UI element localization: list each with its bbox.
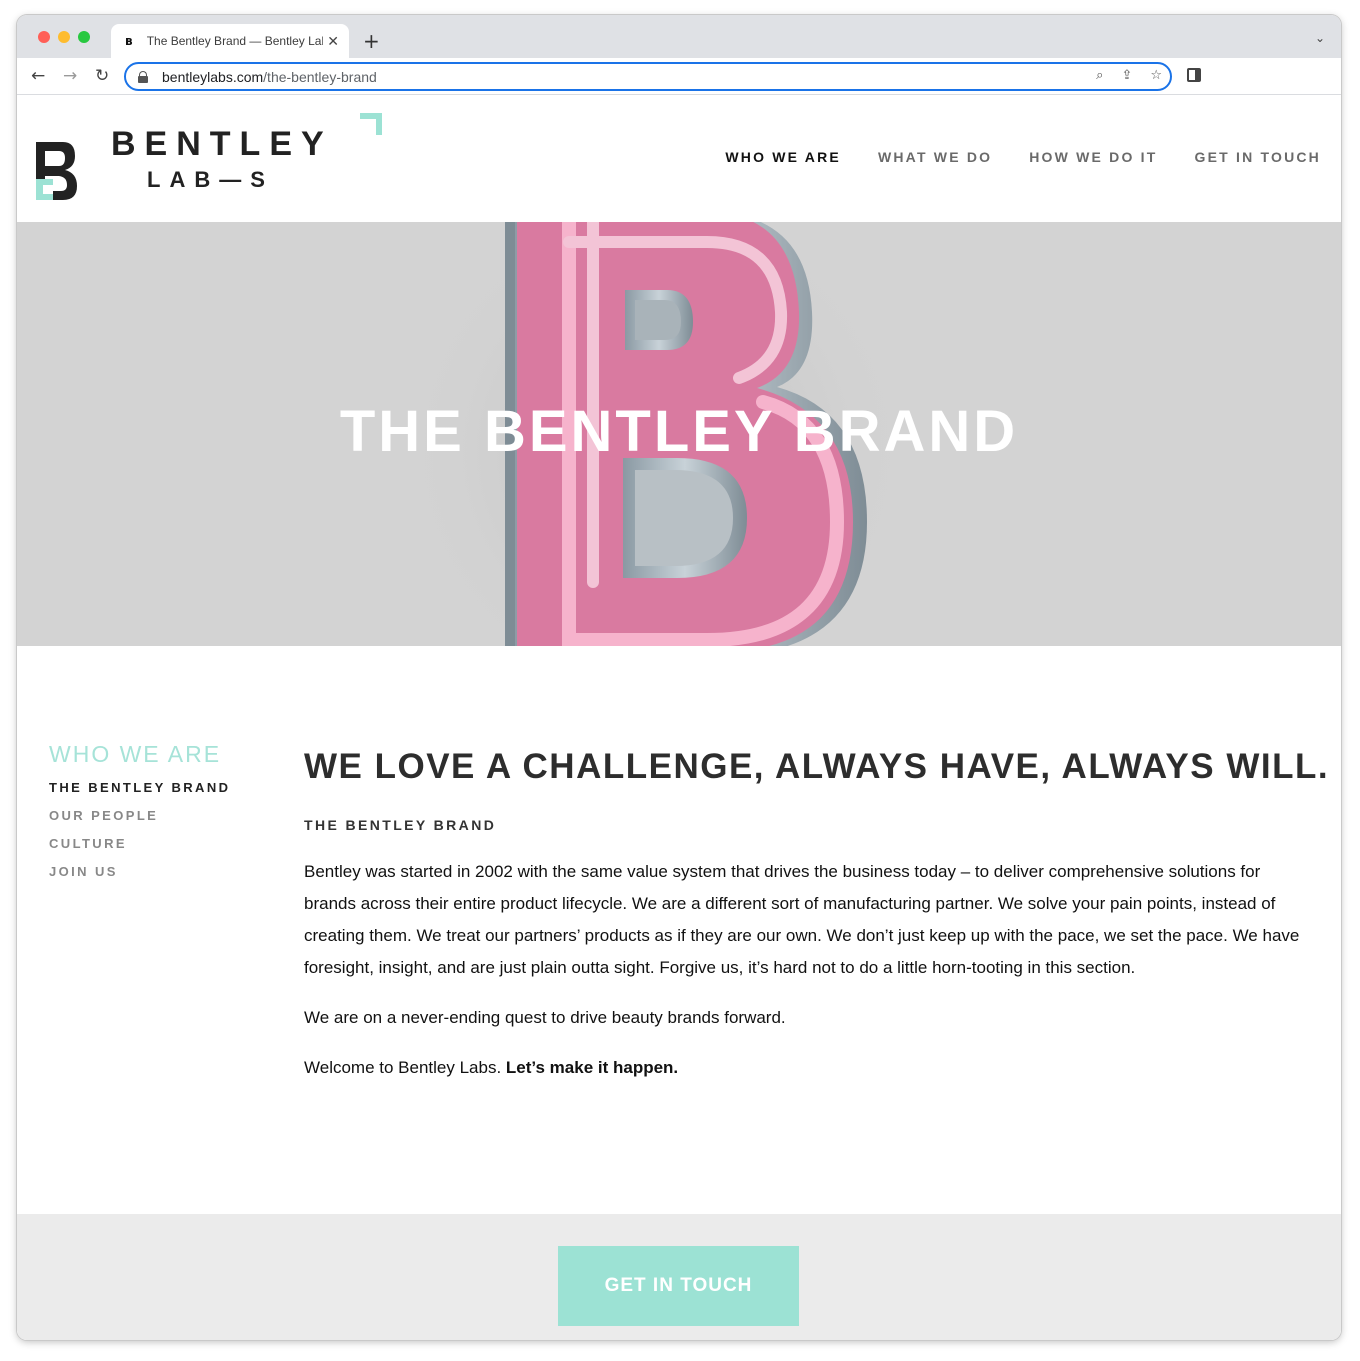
section-subnav: WHO WE ARE THE BENTLEY BRAND OUR PEOPLE … <box>49 741 230 892</box>
main-nav: WHO WE ARE WHAT WE DO HOW WE DO IT GET I… <box>725 149 1321 165</box>
article-paragraph-3: Welcome to Bentley Labs. Let’s make it h… <box>304 1058 679 1077</box>
nav-get-in-touch[interactable]: GET IN TOUCH <box>1195 149 1321 165</box>
share-icon[interactable]: ⇪ <box>1121 68 1132 83</box>
address-bar[interactable]: bentleylabs.com/the-bentley-brand ⌕ ⇪ ☆ <box>124 62 1172 91</box>
lock-icon <box>138 70 148 83</box>
logo-wordmark-bentley: BENTLEY <box>111 125 333 163</box>
back-arrow-icon[interactable]: ← <box>31 66 45 86</box>
close-window-button[interactable] <box>38 31 50 43</box>
subnav-heading[interactable]: WHO WE ARE <box>49 741 230 768</box>
logo-wordmark-labs: LAB—S <box>147 167 274 192</box>
site-header: BENTLEY LAB—S WHO WE ARE WHAT WE DO HOW … <box>17 95 1341 222</box>
get-in-touch-button[interactable]: GET IN TOUCH <box>558 1246 799 1326</box>
article: WE LOVE A CHALLENGE, ALWAYS HAVE, ALWAYS… <box>304 747 1330 1102</box>
new-tab-icon[interactable]: + <box>363 29 380 53</box>
article-paragraph-1: Bentley was started in 2002 with the sam… <box>304 862 1300 977</box>
star-icon[interactable]: ☆ <box>1150 68 1162 83</box>
content-section: WHO WE ARE THE BENTLEY BRAND OUR PEOPLE … <box>17 646 1341 1214</box>
article-paragraph-2: We are on a never-ending quest to drive … <box>304 1008 786 1027</box>
reload-icon[interactable]: ↻ <box>95 66 109 86</box>
favicon-icon: ʙ <box>125 34 133 48</box>
subnav-item-the-bentley-brand[interactable]: THE BENTLEY BRAND <box>49 780 230 795</box>
url-text: bentleylabs.com/the-bentley-brand <box>162 68 377 85</box>
subnav-item-join-us[interactable]: JOIN US <box>49 864 230 879</box>
subnav-item-culture[interactable]: CULTURE <box>49 836 230 851</box>
tab-search-chevron-icon[interactable]: ⌄ <box>1315 31 1325 45</box>
bentley-labs-logo[interactable]: BENTLEY LAB—S <box>35 113 385 205</box>
zoom-window-button[interactable] <box>78 31 90 43</box>
subnav-item-our-people[interactable]: OUR PEOPLE <box>49 808 230 823</box>
close-tab-icon[interactable]: ✕ <box>327 33 339 50</box>
article-headline: WE LOVE A CHALLENGE, ALWAYS HAVE, ALWAYS… <box>304 747 1330 786</box>
tab-title: The Bentley Brand — Bentley Labs <box>146 34 324 48</box>
nav-how-we-do-it[interactable]: HOW WE DO IT <box>1029 149 1157 165</box>
nav-who-we-are[interactable]: WHO WE ARE <box>725 149 841 165</box>
web-page: BENTLEY LAB—S WHO WE ARE WHAT WE DO HOW … <box>17 95 1341 1340</box>
forward-arrow-icon[interactable]: → <box>63 66 77 86</box>
article-kicker: THE BENTLEY BRAND <box>304 817 497 833</box>
hero-title: THE BENTLEY BRAND <box>339 399 1019 464</box>
nav-what-we-do[interactable]: WHAT WE DO <box>878 149 992 165</box>
search-icon[interactable]: ⌕ <box>1096 68 1103 83</box>
browser-tab[interactable]: ʙ The Bentley Brand — Bentley Labs ✕ <box>111 24 349 58</box>
window-controls <box>38 31 90 43</box>
tab-bar: ʙ The Bentley Brand — Bentley Labs ✕ + ⌄ <box>17 15 1341 58</box>
hero-banner: THE BENTLEY BRAND <box>17 222 1341 646</box>
minimize-window-button[interactable] <box>58 31 70 43</box>
browser-toolbar: ← → ↻ bentleylabs.com/the-bentley-brand … <box>17 58 1341 95</box>
browser-window: ʙ The Bentley Brand — Bentley Labs ✕ + ⌄… <box>17 15 1341 1340</box>
cta-band: GET IN TOUCH <box>17 1214 1341 1340</box>
side-panel-icon[interactable] <box>1187 68 1201 82</box>
article-cta-text: Let’s make it happen. <box>505 1058 679 1077</box>
